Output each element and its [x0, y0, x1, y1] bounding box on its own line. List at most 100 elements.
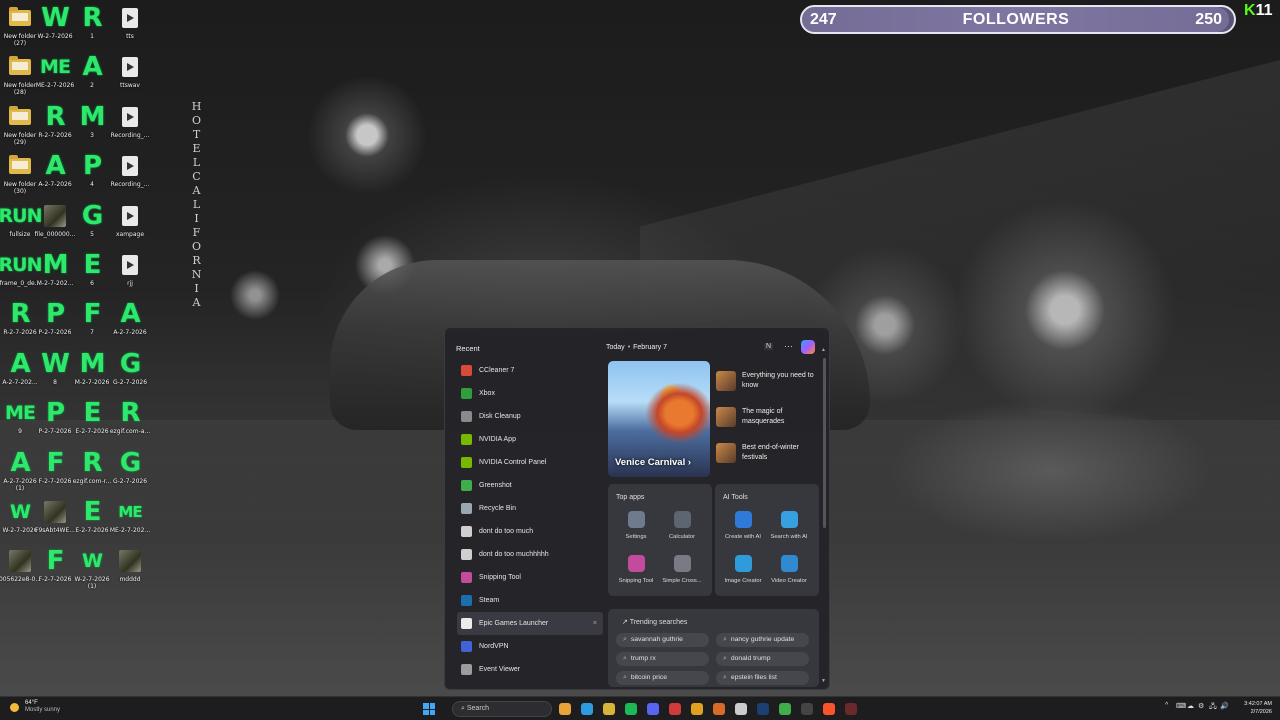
desktop-icon[interactable]: M3 — [73, 102, 111, 150]
taskbar-clock[interactable]: 3:42:07 AM 2/7/2026 — [1236, 700, 1272, 716]
tray-icon[interactable]: 🔊 — [1220, 702, 1229, 710]
desktop-icon[interactable]: New folder (27) — [1, 3, 39, 51]
desktop-icon[interactable]: P P-2-7-2026 — [36, 299, 74, 347]
recent-item[interactable]: Epic Games Launcher × — [457, 612, 603, 635]
recent-item[interactable]: CCleaner 7 — [457, 359, 603, 382]
recent-item[interactable]: Xbox — [457, 382, 603, 405]
desktop-icon[interactable]: ttswav — [111, 52, 149, 100]
desktop-icon[interactable]: Rezgif.com-a... — [110, 398, 150, 446]
app-tile[interactable]: Simple Cross... — [658, 555, 706, 584]
recent-item[interactable]: Recycle Bin — [457, 497, 603, 520]
desktop-icon[interactable]: New folder (29) — [1, 102, 39, 150]
story-item[interactable]: Everything you need to know — [716, 371, 824, 407]
recent-item[interactable]: NVIDIA Control Panel — [457, 451, 603, 474]
recent-item[interactable]: dont do too much — [457, 520, 603, 543]
greenshot-icon[interactable] — [779, 703, 791, 715]
copilot-icon[interactable] — [801, 340, 815, 354]
app-tile[interactable]: Settings — [612, 511, 660, 540]
trending-search-chip[interactable]: ⌕ donald trump — [716, 652, 809, 666]
remove-close-icon[interactable]: × — [593, 620, 597, 627]
desktop-icon[interactable]: A A-2-7-202... — [1, 349, 39, 397]
desktop-icon[interactable]: G G-2-7-2026 — [111, 349, 149, 397]
desktop-icon[interactable]: Recording_... — [111, 151, 149, 199]
desktop-icon[interactable]: W W-2-7-2026 — [36, 3, 74, 51]
explorer-icon[interactable] — [603, 703, 615, 715]
desktop-icon[interactable]: Recording_... — [111, 102, 149, 150]
tray-icon[interactable]: ^ — [1165, 702, 1168, 709]
brave-icon[interactable] — [823, 703, 835, 715]
recent-item[interactable]: NVIDIA App — [457, 428, 603, 451]
desktop-icon[interactable]: ME ME-2-7-2026 — [36, 52, 74, 100]
trending-search-chip[interactable]: ⌕ trump rx — [616, 652, 709, 666]
chrome-icon[interactable] — [559, 703, 571, 715]
desktop-icon[interactable]: F F-2-7-2026 — [36, 448, 74, 496]
desktop-icon[interactable]: RUN frame_0_de... — [0, 250, 42, 298]
desktop-icon[interactable]: W W-2-7-2026 (1) — [73, 546, 111, 594]
app-tile[interactable]: Video Creator — [765, 555, 813, 584]
app-orange-icon[interactable] — [713, 703, 725, 715]
spotify-icon[interactable] — [625, 703, 637, 715]
desktop-icon[interactable]: RUN fullsize — [0, 201, 42, 249]
desktop-icon[interactable]: W8 — [36, 349, 74, 397]
desktop-icon[interactable]: rjj — [111, 250, 149, 298]
recent-item[interactable]: Disk Cleanup — [457, 405, 603, 428]
app-tile[interactable]: Image Creator — [719, 555, 767, 584]
windows-start-icon[interactable] — [423, 703, 435, 715]
recent-item[interactable]: Steam — [457, 589, 603, 612]
desktop-icon[interactable]: R R-2-7-2026 — [36, 102, 74, 150]
desktop-icon[interactable]: ME 9 — [1, 398, 39, 446]
edge-icon[interactable] — [581, 703, 593, 715]
app-tile[interactable]: Create with AI — [719, 511, 767, 540]
desktop-icon[interactable]: R1 — [73, 3, 111, 51]
discord-icon[interactable] — [647, 703, 659, 715]
app-tile[interactable]: Search with AI — [765, 511, 813, 540]
desktop-icon[interactable]: E6 — [73, 250, 111, 298]
desktop-icon[interactable]: M M-2-7-2026 — [73, 349, 111, 397]
desktop-icon[interactable]: A2 — [73, 52, 111, 100]
app-tile[interactable]: Calculator — [658, 511, 706, 540]
tray-icon[interactable]: 🖧 — [1209, 702, 1217, 713]
desktop-icon[interactable]: tts — [111, 3, 149, 51]
desktop-icon[interactable]: G5 — [73, 201, 111, 249]
photoshop-icon[interactable] — [757, 703, 769, 715]
hero-card-venice[interactable]: Venice Carnival › — [608, 361, 710, 477]
scroll-down-arrow-icon[interactable]: ▼ — [821, 678, 826, 684]
desktop-icon[interactable]: P4 — [73, 151, 111, 199]
recent-item[interactable]: dont do too muchhhhh — [457, 543, 603, 566]
weather-widget[interactable]: 64°F Mostly sunny — [10, 700, 60, 714]
trending-search-chip[interactable]: ⌕ epstein files list — [716, 671, 809, 685]
terminal-icon[interactable] — [801, 703, 813, 715]
taskbar-search-input[interactable]: ⌕ Search — [452, 701, 552, 717]
desktop-icon[interactable]: mdddd — [111, 546, 149, 594]
app-tile[interactable]: Snipping Tool — [612, 555, 660, 584]
trending-search-chip[interactable]: ⌕ nancy guthrie update — [716, 633, 809, 647]
desktop-icon[interactable]: A A-2-7-2026 — [111, 299, 149, 347]
github-icon[interactable] — [735, 703, 747, 715]
tray-icon[interactable]: ⚙ — [1198, 702, 1204, 710]
desktop-icon[interactable]: A A-2-7-2026 (1) — [1, 448, 39, 496]
opera-icon[interactable] — [669, 703, 681, 715]
recent-item[interactable]: Snipping Tool — [457, 566, 603, 589]
trending-search-chip[interactable]: ⌕ savannah guthrie — [616, 633, 709, 647]
desktop-icon[interactable]: R R-2-7-2026 — [1, 299, 39, 347]
recent-item[interactable]: Event Viewer — [457, 658, 603, 681]
desktop-icon[interactable]: E E-2-7-2026 — [73, 497, 111, 545]
story-item[interactable]: Best end-of-winter festivals — [716, 443, 824, 479]
desktop-icon[interactable]: file_000000... — [35, 201, 75, 249]
desktop-icon[interactable]: New folder (30) — [1, 151, 39, 199]
tray-icon[interactable]: ☁ — [1187, 702, 1194, 710]
desktop-icon[interactable]: G G-2-7-2026 — [111, 448, 149, 496]
desktop-icon[interactable]: E E-2-7-2026 — [73, 398, 111, 446]
desktop-icon[interactable]: P P-2-7-2026 — [36, 398, 74, 446]
obs-icon[interactable] — [845, 703, 857, 715]
desktop-icon[interactable]: F7 — [73, 299, 111, 347]
more-options-button[interactable]: ··· — [784, 341, 793, 351]
desktop-icon[interactable]: F9sAbt4WE... — [35, 497, 75, 545]
trending-search-chip[interactable]: ⌕ bitcoin price — [616, 671, 709, 685]
scroll-up-arrow-icon[interactable]: ▲ — [821, 347, 826, 353]
desktop-icon[interactable]: Rezgif.com-r... — [73, 448, 112, 496]
recent-item[interactable]: Greenshot — [457, 474, 603, 497]
desktop-icon[interactable]: A A-2-7-2026 — [36, 151, 74, 199]
desktop-icon[interactable]: ME ME-2-7-202... — [110, 497, 150, 545]
story-item[interactable]: The magic of masquerades — [716, 407, 824, 443]
